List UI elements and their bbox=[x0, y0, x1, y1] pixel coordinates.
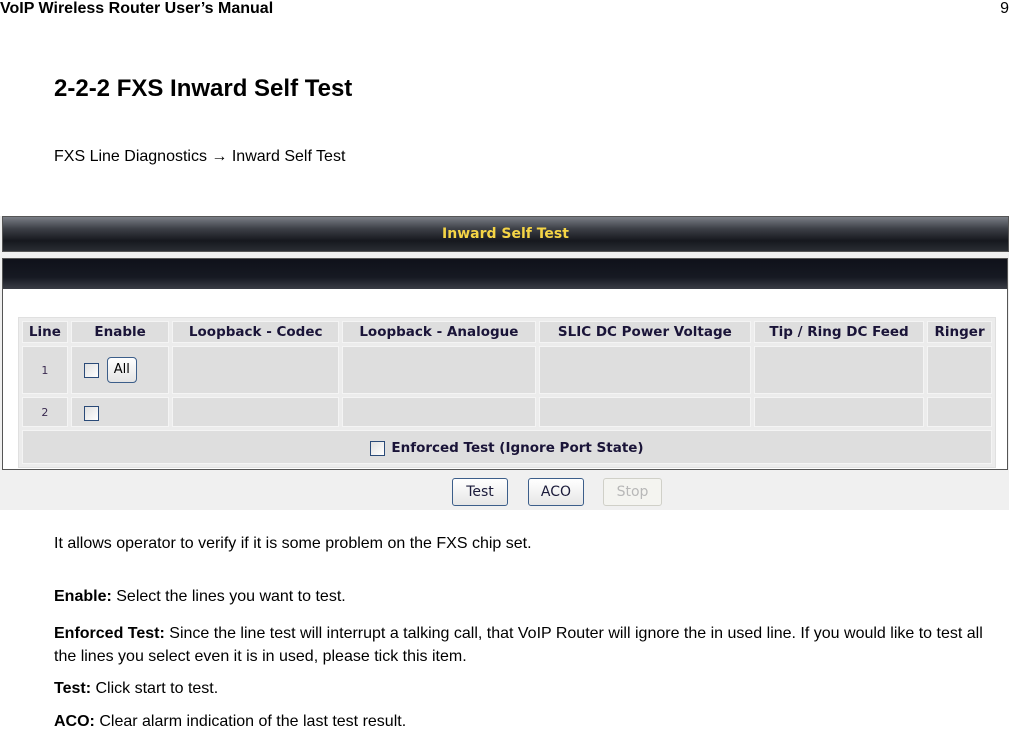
column-header: Loopback - Codec bbox=[172, 321, 340, 343]
page-number: 9 bbox=[1000, 0, 1009, 17]
description: Since the line test will interrupt a tal… bbox=[54, 625, 983, 665]
action-buttons: Test ACO Stop bbox=[0, 478, 1009, 506]
enforced-test-label: Enforced Test (Ignore Port State) bbox=[391, 440, 644, 456]
section-title: 2-2-2 FXS Inward Self Test bbox=[54, 75, 353, 102]
column-header: Tip / Ring DC Feed bbox=[754, 321, 925, 343]
column-header: Line bbox=[22, 321, 68, 343]
term: Enforced Test: bbox=[54, 625, 165, 642]
term: Test: bbox=[54, 680, 92, 697]
test-button[interactable]: Test bbox=[452, 478, 508, 506]
aco-button[interactable]: ACO bbox=[528, 478, 584, 506]
enforced-test-checkbox[interactable] bbox=[370, 440, 386, 456]
enforced-test-row: Enforced Test (Ignore Port State) bbox=[22, 430, 992, 464]
column-header: Loopback - Analogue bbox=[342, 321, 536, 343]
table-row: 1 All bbox=[22, 346, 992, 394]
slic-dc-power-cell bbox=[538, 397, 751, 427]
stop-button[interactable]: Stop bbox=[603, 478, 662, 506]
column-header: SLIC DC Power Voltage bbox=[538, 321, 751, 343]
definition-test: Test: Click start to test. bbox=[54, 680, 218, 698]
ringer-cell bbox=[927, 346, 992, 394]
ringer-cell bbox=[927, 397, 992, 427]
line-1-enable-checkbox[interactable] bbox=[83, 362, 99, 378]
definition-enable: Enable: Select the lines you want to tes… bbox=[54, 588, 346, 606]
select-all-button[interactable]: All bbox=[106, 357, 137, 383]
intro-paragraph: It allows operator to verify if it is so… bbox=[54, 535, 532, 552]
enable-cell bbox=[70, 397, 170, 427]
line-number: 2 bbox=[22, 397, 68, 427]
running-header: VoIP Wireless Router User’s Manual 9 bbox=[0, 0, 1009, 20]
tip-ring-dc-feed-cell bbox=[754, 346, 925, 394]
definition-enforced-test: Enforced Test: Since the line test will … bbox=[54, 622, 1009, 668]
enforced-test-cell: Enforced Test (Ignore Port State) bbox=[22, 430, 992, 464]
line-number: 1 bbox=[22, 346, 68, 394]
inward-self-test-screenshot: Inward Self Test Line Enable Loopback - … bbox=[0, 216, 1009, 510]
description: Select the lines you want to test. bbox=[111, 588, 346, 605]
definition-aco: ACO: Clear alarm indication of the last … bbox=[54, 713, 406, 731]
manual-title: VoIP Wireless Router User’s Manual bbox=[0, 0, 274, 17]
line-2-enable-checkbox[interactable] bbox=[83, 405, 99, 421]
tip-ring-dc-feed-cell bbox=[754, 397, 925, 427]
loopback-codec-cell bbox=[172, 346, 340, 394]
loopback-analogue-cell bbox=[342, 397, 536, 427]
screenshot-title: Inward Self Test bbox=[442, 226, 569, 242]
enable-cell: All bbox=[70, 346, 170, 394]
column-header: Ringer bbox=[927, 321, 992, 343]
screenshot-title-bar: Inward Self Test bbox=[2, 216, 1009, 252]
description: Click start to test. bbox=[91, 680, 219, 697]
navigation-path: FXS Line Diagnostics → Inward Self Test bbox=[54, 148, 346, 165]
panel-header-band bbox=[3, 259, 1007, 289]
table-row: 2 bbox=[22, 397, 992, 427]
diagnostics-table: Line Enable Loopback - Codec Loopback - … bbox=[18, 317, 996, 468]
loopback-analogue-cell bbox=[342, 346, 536, 394]
description: Clear alarm indication of the last test … bbox=[94, 713, 407, 730]
term: Enable: bbox=[54, 588, 112, 605]
test-panel: Line Enable Loopback - Codec Loopback - … bbox=[2, 258, 1008, 470]
slic-dc-power-cell bbox=[538, 346, 751, 394]
table-header-row: Line Enable Loopback - Codec Loopback - … bbox=[22, 321, 992, 343]
column-header: Enable bbox=[70, 321, 170, 343]
term: ACO: bbox=[54, 713, 95, 730]
loopback-codec-cell bbox=[172, 397, 340, 427]
